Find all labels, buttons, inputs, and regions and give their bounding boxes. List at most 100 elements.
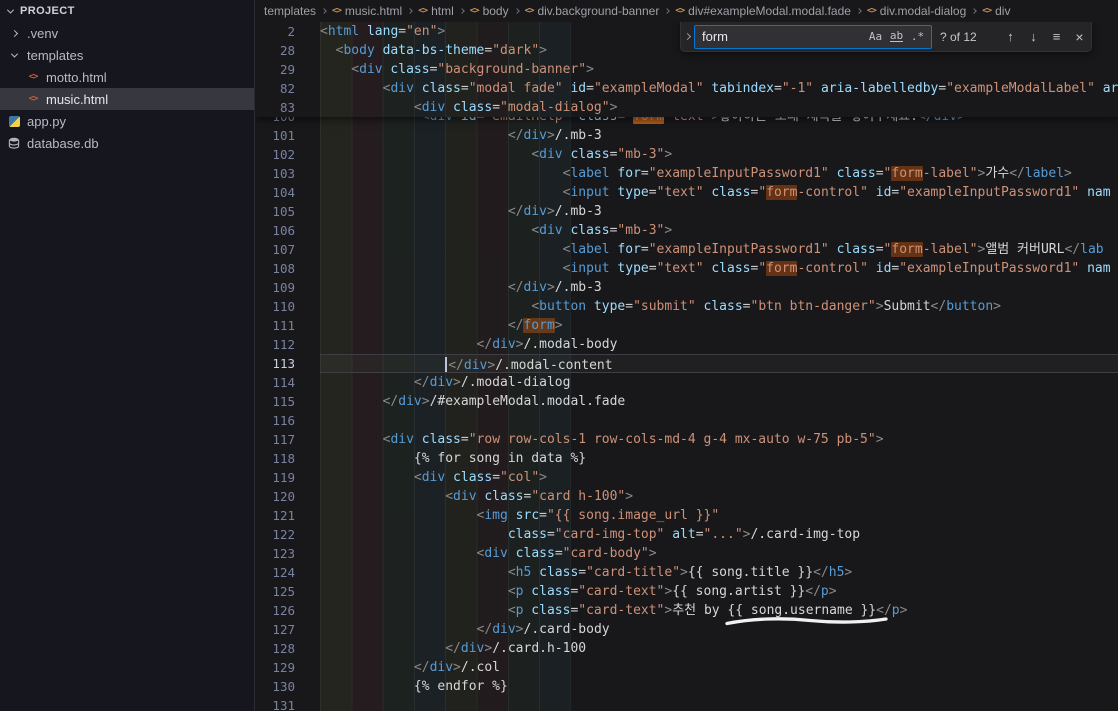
code-line-131[interactable]: 131 xyxy=(256,696,1118,711)
code-text[interactable]: <button type="submit" class="btn btn-dan… xyxy=(320,297,1118,316)
line-number[interactable]: 119 xyxy=(256,468,295,487)
line-number[interactable]: 121 xyxy=(256,506,295,525)
code-line-125[interactable]: 125 <p class="card-text">{{ song.artist }… xyxy=(256,582,1118,601)
line-number[interactable]: 126 xyxy=(256,601,295,620)
code-line-116[interactable]: 116 xyxy=(256,411,1118,430)
line-number[interactable]: 116 xyxy=(256,411,295,430)
code-line-101[interactable]: 101</div>/.mb-3 xyxy=(256,126,1118,145)
toggle-replace-button[interactable] xyxy=(681,22,694,51)
code-line-106[interactable]: 106 <div class="mb-3"> xyxy=(256,221,1118,240)
line-number[interactable]: 109 xyxy=(256,278,295,297)
code-line-111[interactable]: 111</form> xyxy=(256,316,1118,335)
code-line-117[interactable]: 117 <div class="row row-cols-1 row-cols-m… xyxy=(256,430,1118,449)
regex-toggle[interactable]: .* xyxy=(908,27,927,46)
code-line-102[interactable]: 102 <div class="mb-3"> xyxy=(256,145,1118,164)
code-text[interactable]: <img src="{{ song.image_url }}" xyxy=(320,506,1118,525)
line-number[interactable]: 2 xyxy=(256,22,295,41)
find-in-selection-button[interactable]: ≡ xyxy=(1046,26,1067,47)
code-line-104[interactable]: 104<input type="text" class="form-contro… xyxy=(256,183,1118,202)
line-number[interactable]: 104 xyxy=(256,183,295,202)
line-number[interactable]: 113 xyxy=(256,354,295,373)
code-text[interactable]: </div>/#exampleModal.modal.fade xyxy=(320,392,1118,411)
breadcrumb-item-templates[interactable]: templates xyxy=(264,4,316,18)
line-number[interactable]: 118 xyxy=(256,449,295,468)
breadcrumb-item-body[interactable]: <>body xyxy=(470,4,509,18)
line-number[interactable]: 114 xyxy=(256,373,295,392)
previous-match-button[interactable]: ↑ xyxy=(1000,26,1021,47)
code-line-105[interactable]: 105 </div>/.mb-3 xyxy=(256,202,1118,221)
code-line-127[interactable]: 127</div>/.card-body xyxy=(256,620,1118,639)
code-area[interactable]: 100<div id="emailHelp" class="form-text"… xyxy=(256,22,1118,711)
sidebar-item-templates[interactable]: templates xyxy=(0,44,254,66)
breadcrumb-item-div#exampleModal.modal.fade[interactable]: <>div#exampleModal.modal.fade xyxy=(675,4,851,18)
line-number[interactable]: 29 xyxy=(256,60,295,79)
code-text[interactable]: <label for="exampleInputPassword1" class… xyxy=(320,164,1118,183)
code-text[interactable]: <div class="mb-3"> xyxy=(320,145,1118,164)
breadcrumb-item-div[interactable]: <>div xyxy=(982,4,1010,18)
code-text[interactable]: <p class="card-text">{{ song.artist }}</… xyxy=(320,582,1118,601)
line-number[interactable]: 131 xyxy=(256,696,295,711)
explorer-section-header[interactable]: PROJECT xyxy=(0,0,254,22)
code-text[interactable]: {% endfor %} xyxy=(320,677,1118,696)
code-line-112[interactable]: 112 </div>/.modal-body xyxy=(256,335,1118,354)
sidebar-item-.venv[interactable]: .venv xyxy=(0,22,254,44)
code-text[interactable]: </div>/.modal-dialog xyxy=(320,373,1118,392)
line-number[interactable]: 123 xyxy=(256,544,295,563)
line-number[interactable]: 112 xyxy=(256,335,295,354)
line-number[interactable]: 128 xyxy=(256,639,295,658)
line-number[interactable]: 122 xyxy=(256,525,295,544)
sidebar-item-motto.html[interactable]: <>motto.html xyxy=(0,66,254,88)
code-text[interactable]: <div class="mb-3"> xyxy=(320,221,1118,240)
code-text[interactable]: {% for song in data %} xyxy=(320,449,1118,468)
line-number[interactable]: 125 xyxy=(256,582,295,601)
code-line-114[interactable]: 114 </div>/.modal-dialog xyxy=(256,373,1118,392)
sidebar-item-database.db[interactable]: database.db xyxy=(0,132,254,154)
code-text[interactable]: <h5 class="card-title">{{ song.title }}<… xyxy=(320,563,1118,582)
sidebar-item-music.html[interactable]: <>music.html xyxy=(0,88,254,110)
code-text[interactable]: </div>/.col xyxy=(320,658,1118,677)
code-line-113[interactable]: 113 </div>/.modal-content xyxy=(256,354,1118,373)
line-number[interactable]: 101 xyxy=(256,126,295,145)
code-text[interactable]: </div>/.mb-3 xyxy=(320,202,1118,221)
code-line-82[interactable]: 82<div class="modal fade" id="exampleMod… xyxy=(256,79,1118,98)
line-number[interactable]: 110 xyxy=(256,297,295,316)
code-text[interactable]: <div class="card h-100"> xyxy=(320,487,1118,506)
code-line-126[interactable]: 126<p class="card-text">추천 by {{ song.us… xyxy=(256,601,1118,620)
code-text[interactable]: <div class="col"> xyxy=(320,468,1118,487)
code-line-107[interactable]: 107<label for="exampleInputPassword1" cl… xyxy=(256,240,1118,259)
code-line-108[interactable]: 108<input type="text" class="form-contro… xyxy=(256,259,1118,278)
line-number[interactable]: 105 xyxy=(256,202,295,221)
breadcrumb-item-music.html[interactable]: <>music.html xyxy=(332,4,402,18)
code-text[interactable]: </div>/.modal-content xyxy=(320,354,1118,373)
breadcrumb-item-html[interactable]: <>html xyxy=(418,4,454,18)
line-number[interactable]: 102 xyxy=(256,145,295,164)
code-text[interactable]: <div class="card-body"> xyxy=(320,544,1118,563)
code-line-103[interactable]: 103<label for="exampleInputPassword1" cl… xyxy=(256,164,1118,183)
next-match-button[interactable]: ↓ xyxy=(1023,26,1044,47)
code-line-118[interactable]: 118 {% for song in data %} xyxy=(256,449,1118,468)
code-line-110[interactable]: 110 <button type="submit" class="btn btn-… xyxy=(256,297,1118,316)
breadcrumb-item-div.modal-dialog[interactable]: <>div.modal-dialog xyxy=(867,4,966,18)
code-text[interactable]: </div>/.card-body xyxy=(320,620,1118,639)
breadcrumb-item-div.background-banner[interactable]: <>div.background-banner xyxy=(525,4,660,18)
line-number[interactable]: 117 xyxy=(256,430,295,449)
code-text[interactable]: <div class="row row-cols-1 row-cols-md-4… xyxy=(320,430,1118,449)
code-line-128[interactable]: 128 </div>/.card.h-100 xyxy=(256,639,1118,658)
line-number[interactable]: 82 xyxy=(256,79,295,98)
line-number[interactable]: 120 xyxy=(256,487,295,506)
code-text[interactable]: </div>/.card.h-100 xyxy=(320,639,1118,658)
line-number[interactable]: 107 xyxy=(256,240,295,259)
code-text[interactable] xyxy=(320,411,1118,430)
line-number[interactable]: 106 xyxy=(256,221,295,240)
code-text[interactable]: class="card-img-top" alt="...">/.card-im… xyxy=(320,525,1118,544)
code-text[interactable] xyxy=(320,696,1118,711)
code-line-120[interactable]: 120 <div class="card h-100"> xyxy=(256,487,1118,506)
code-line-121[interactable]: 121 <img src="{{ song.image_url }}" xyxy=(256,506,1118,525)
code-line-124[interactable]: 124<h5 class="card-title">{{ song.title … xyxy=(256,563,1118,582)
code-text[interactable]: <div class="background-banner"> xyxy=(320,60,1118,79)
code-text[interactable]: </div>/.modal-body xyxy=(320,335,1118,354)
code-line-119[interactable]: 119 <div class="col"> xyxy=(256,468,1118,487)
code-line-130[interactable]: 130{% endfor %} xyxy=(256,677,1118,696)
close-find-widget-button[interactable]: × xyxy=(1069,26,1090,47)
find-input[interactable]: form Aa ab .* xyxy=(694,25,932,49)
